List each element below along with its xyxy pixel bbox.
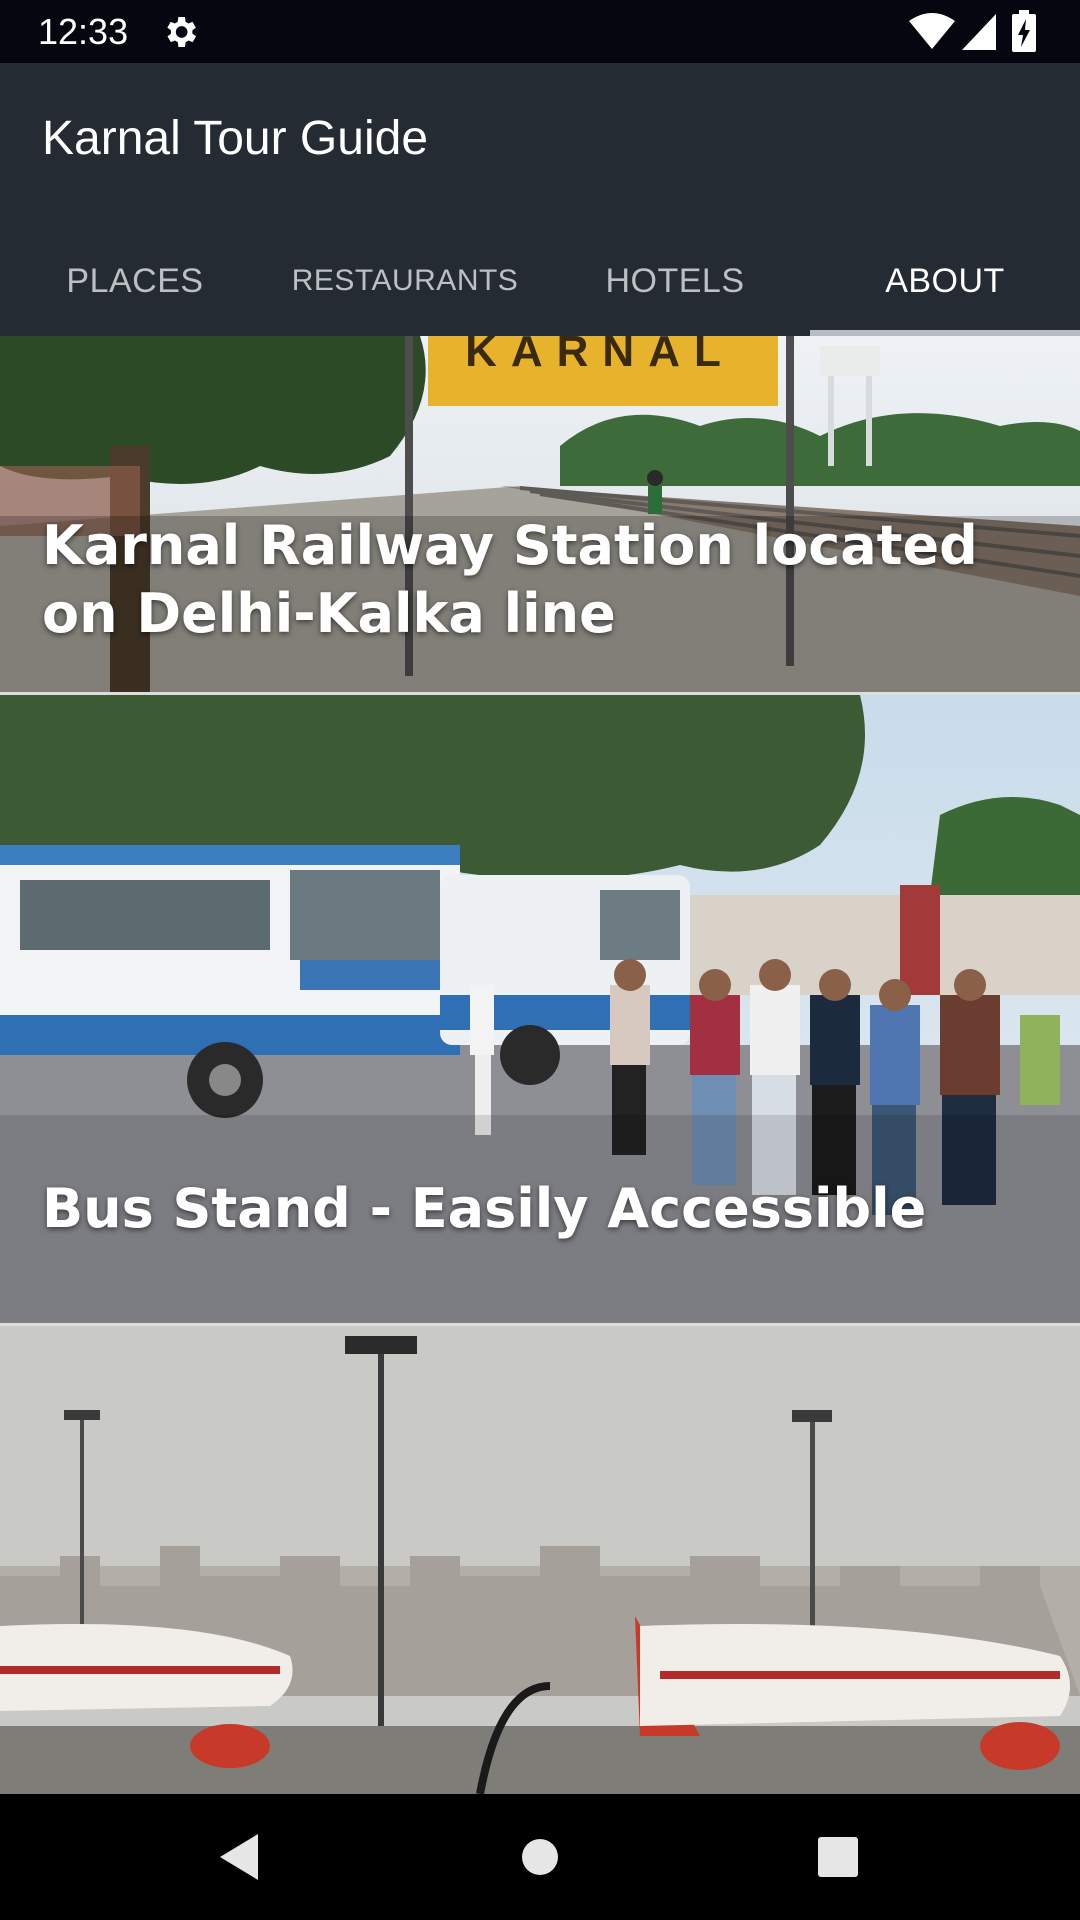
status-bar: 12:33 (0, 0, 1080, 63)
signal-icon (962, 14, 996, 50)
tab-hotels[interactable]: HOTELS (540, 225, 810, 336)
tab-restaurants[interactable]: RESTAURANTS (270, 225, 540, 336)
list-item-railway-station[interactable]: KARNAL Karnal Railway Station located on… (0, 336, 1080, 692)
airport-image (0, 1326, 1080, 1794)
status-time: 12:33 (38, 11, 129, 52)
navigation-bar (0, 1794, 1080, 1920)
tab-places[interactable]: PLACES (0, 225, 270, 336)
home-icon[interactable] (505, 1822, 575, 1892)
app-bar: Karnal Tour Guide PLACES RESTAURANTS HOT… (0, 63, 1080, 336)
list-item-airport[interactable] (0, 1326, 1080, 1794)
gear-icon (167, 17, 196, 47)
svg-text:KARNAL: KARNAL (465, 336, 735, 376)
tab-bar: PLACES RESTAURANTS HOTELS ABOUT (0, 225, 1080, 336)
card-caption: Karnal Railway Station located on Delhi-… (42, 514, 978, 645)
card-caption: Bus Stand - Easily Accessible (42, 1177, 927, 1240)
battery-charging-icon (1012, 10, 1036, 52)
list-item-bus-stand[interactable]: Bus Stand - Easily Accessible (0, 695, 1080, 1323)
wifi-icon (909, 13, 955, 49)
app-title: Karnal Tour Guide (42, 112, 429, 165)
recents-icon[interactable] (803, 1822, 873, 1892)
tab-about[interactable]: ABOUT (810, 225, 1080, 336)
about-list[interactable]: KARNAL Karnal Railway Station located on… (0, 336, 1080, 1794)
back-icon[interactable] (206, 1822, 276, 1892)
